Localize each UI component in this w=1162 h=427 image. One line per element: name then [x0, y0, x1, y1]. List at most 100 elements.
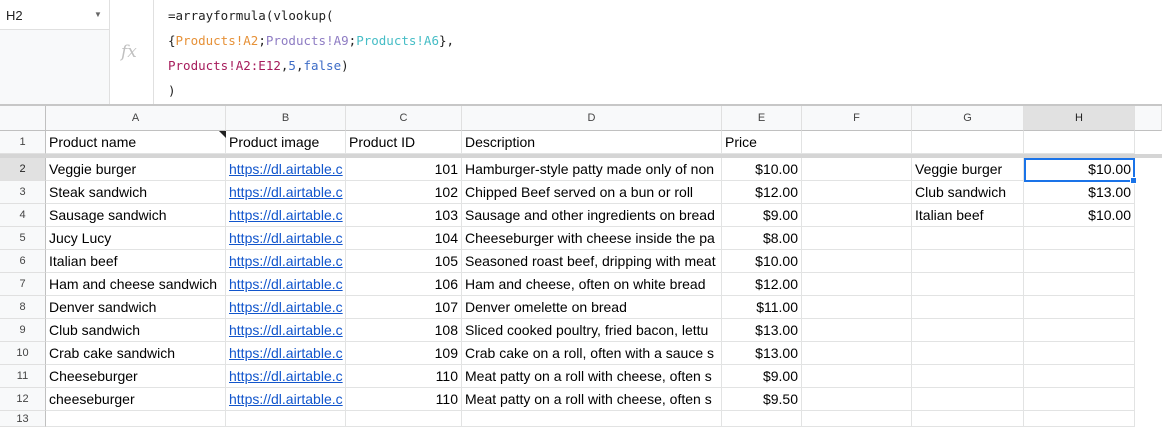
column-header-e[interactable]: E	[722, 106, 802, 131]
cell-a9[interactable]: Club sandwich	[46, 319, 226, 342]
cell-e10[interactable]: $13.00	[722, 342, 802, 365]
cell-c5[interactable]: 104	[346, 227, 462, 250]
cell-a11[interactable]: Cheeseburger	[46, 365, 226, 388]
cell-link[interactable]: https://dl.airtable.c	[229, 345, 343, 361]
row-header-11[interactable]: 11	[0, 365, 46, 388]
cell-b13[interactable]	[226, 411, 346, 427]
cell-g6[interactable]	[912, 250, 1024, 273]
cell-d6[interactable]: Seasoned roast beef, dripping with meat	[462, 250, 722, 273]
cell-a2[interactable]: Veggie burger	[46, 158, 226, 181]
cell-link[interactable]: https://dl.airtable.c	[229, 299, 343, 315]
cell-g10[interactable]	[912, 342, 1024, 365]
select-all-corner[interactable]	[0, 106, 46, 131]
cell-h6[interactable]	[1024, 250, 1135, 273]
row-header-8[interactable]: 8	[0, 296, 46, 319]
column-header-f[interactable]: F	[802, 106, 912, 131]
cell-d13[interactable]	[462, 411, 722, 427]
cell-a6[interactable]: Italian beef	[46, 250, 226, 273]
cell-g8[interactable]	[912, 296, 1024, 319]
cell-f13[interactable]	[802, 411, 912, 427]
cell-c10[interactable]: 109	[346, 342, 462, 365]
cell-c8[interactable]: 107	[346, 296, 462, 319]
cell-c4[interactable]: 103	[346, 204, 462, 227]
cell-h9[interactable]	[1024, 319, 1135, 342]
cell-b12[interactable]: https://dl.airtable.c	[226, 388, 346, 411]
cell-f2[interactable]	[802, 158, 912, 181]
cell-f1[interactable]	[802, 131, 912, 154]
cell-h10[interactable]	[1024, 342, 1135, 365]
cell-f8[interactable]	[802, 296, 912, 319]
cell-b6[interactable]: https://dl.airtable.c	[226, 250, 346, 273]
cell-link[interactable]: https://dl.airtable.c	[229, 391, 343, 407]
row-header-1[interactable]: 1	[0, 131, 46, 154]
cell-e12[interactable]: $9.50	[722, 388, 802, 411]
cell-e11[interactable]: $9.00	[722, 365, 802, 388]
cell-c13[interactable]	[346, 411, 462, 427]
cell-b10[interactable]: https://dl.airtable.c	[226, 342, 346, 365]
cell-f7[interactable]	[802, 273, 912, 296]
cell-f9[interactable]	[802, 319, 912, 342]
cell-h12[interactable]	[1024, 388, 1135, 411]
cell-h13[interactable]	[1024, 411, 1135, 427]
cell-d7[interactable]: Ham and cheese, often on white bread	[462, 273, 722, 296]
cell-b3[interactable]: https://dl.airtable.c	[226, 181, 346, 204]
chevron-down-icon[interactable]: ▼	[94, 10, 102, 19]
cell-c11[interactable]: 110	[346, 365, 462, 388]
cell-d9[interactable]: Sliced cooked poultry, fried bacon, lett…	[462, 319, 722, 342]
cell-link[interactable]: https://dl.airtable.c	[229, 161, 343, 177]
cell-f11[interactable]	[802, 365, 912, 388]
row-header-3[interactable]: 3	[0, 181, 46, 204]
cell-e2[interactable]: $10.00	[722, 158, 802, 181]
cell-b11[interactable]: https://dl.airtable.c	[226, 365, 346, 388]
cell-a10[interactable]: Crab cake sandwich	[46, 342, 226, 365]
cell-c12[interactable]: 110	[346, 388, 462, 411]
cell-c2[interactable]: 101	[346, 158, 462, 181]
row-header-10[interactable]: 10	[0, 342, 46, 365]
column-header-b[interactable]: B	[226, 106, 346, 131]
cell-link[interactable]: https://dl.airtable.c	[229, 184, 343, 200]
cell-h5[interactable]	[1024, 227, 1135, 250]
cell-e13[interactable]	[722, 411, 802, 427]
cell-f6[interactable]	[802, 250, 912, 273]
cell-c1[interactable]: Product ID	[346, 131, 462, 154]
cell-a12[interactable]: cheeseburger	[46, 388, 226, 411]
cell-link[interactable]: https://dl.airtable.c	[229, 368, 343, 384]
row-header-13[interactable]: 13	[0, 411, 46, 427]
cell-b2[interactable]: https://dl.airtable.c	[226, 158, 346, 181]
cell-d4[interactable]: Sausage and other ingredients on bread	[462, 204, 722, 227]
cell-b9[interactable]: https://dl.airtable.c	[226, 319, 346, 342]
cell-g9[interactable]	[912, 319, 1024, 342]
row-header-6[interactable]: 6	[0, 250, 46, 273]
cell-c9[interactable]: 108	[346, 319, 462, 342]
row-header-5[interactable]: 5	[0, 227, 46, 250]
cell-h11[interactable]	[1024, 365, 1135, 388]
cell-e5[interactable]: $8.00	[722, 227, 802, 250]
cell-link[interactable]: https://dl.airtable.c	[229, 253, 343, 269]
cell-a5[interactable]: Jucy Lucy	[46, 227, 226, 250]
cell-g5[interactable]	[912, 227, 1024, 250]
cell-a1[interactable]: Product name	[46, 131, 226, 154]
cell-link[interactable]: https://dl.airtable.c	[229, 322, 343, 338]
row-header-9[interactable]: 9	[0, 319, 46, 342]
cell-c7[interactable]: 106	[346, 273, 462, 296]
cell-link[interactable]: https://dl.airtable.c	[229, 230, 343, 246]
cell-link[interactable]: https://dl.airtable.c	[229, 207, 343, 223]
cell-d5[interactable]: Cheeseburger with cheese inside the pa	[462, 227, 722, 250]
cell-b4[interactable]: https://dl.airtable.c	[226, 204, 346, 227]
cell-e6[interactable]: $10.00	[722, 250, 802, 273]
cell-a4[interactable]: Sausage sandwich	[46, 204, 226, 227]
cell-h3[interactable]: $13.00	[1024, 181, 1135, 204]
cell-d1[interactable]: Description	[462, 131, 722, 154]
cell-d10[interactable]: Crab cake on a roll, often with a sauce …	[462, 342, 722, 365]
cell-h1[interactable]	[1024, 131, 1135, 154]
column-header-h[interactable]: H	[1024, 106, 1135, 131]
cell-f5[interactable]	[802, 227, 912, 250]
cell-f12[interactable]	[802, 388, 912, 411]
column-header-d[interactable]: D	[462, 106, 722, 131]
cell-g13[interactable]	[912, 411, 1024, 427]
cell-d11[interactable]: Meat patty on a roll with cheese, often …	[462, 365, 722, 388]
cell-h4[interactable]: $10.00	[1024, 204, 1135, 227]
cell-d8[interactable]: Denver omelette on bread	[462, 296, 722, 319]
cell-g11[interactable]	[912, 365, 1024, 388]
row-header-7[interactable]: 7	[0, 273, 46, 296]
